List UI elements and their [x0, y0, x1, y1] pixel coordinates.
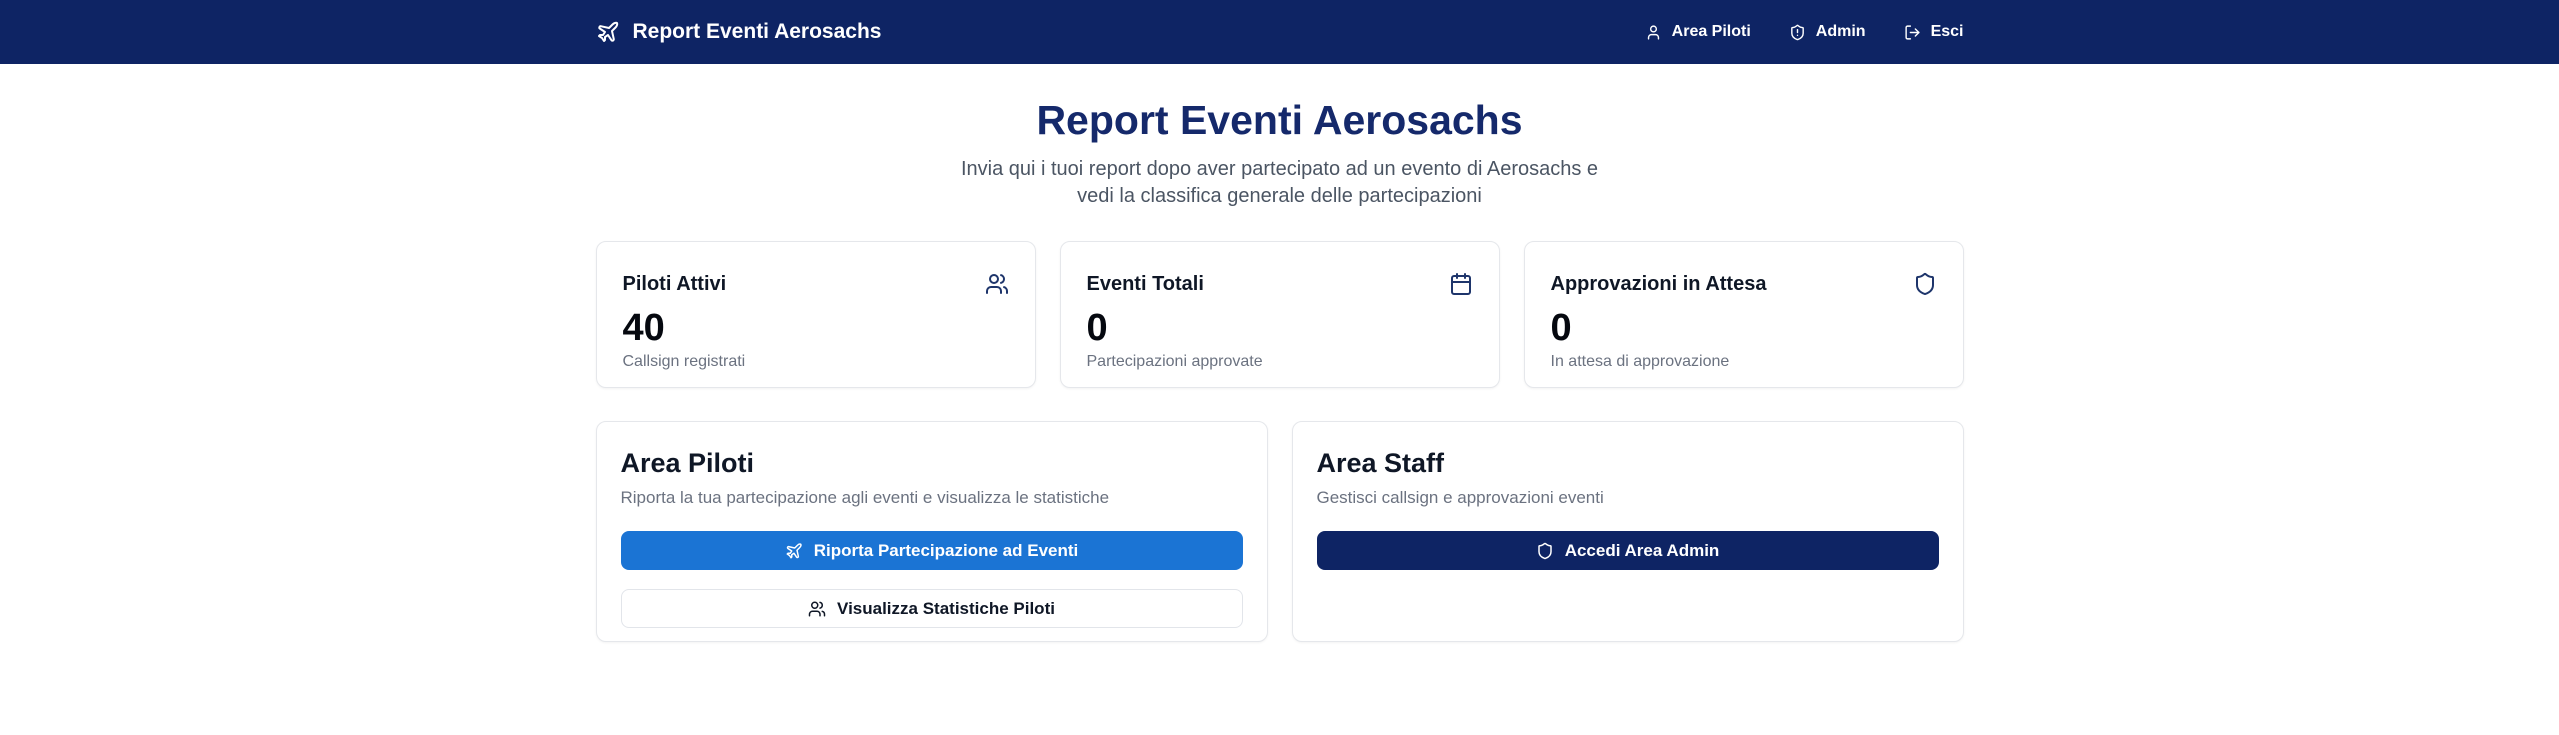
panel-area-piloti: Area Piloti Riporta la tua partecipazion… [596, 421, 1268, 642]
plane-icon [596, 20, 620, 44]
brand[interactable]: Report Eventi Aerosachs [596, 20, 882, 44]
nav-item-admin[interactable]: Admin [1789, 23, 1866, 41]
nav-item-area-piloti[interactable]: Area Piloti [1645, 23, 1751, 41]
shield-alert-icon [1789, 24, 1806, 41]
stat-caption: Callsign registrati [623, 353, 1009, 371]
stat-card-eventi-totali: Eventi Totali 0 Partecipazioni approvate [1060, 241, 1500, 388]
nav-menu: Area Piloti Admin Esci [1645, 23, 1964, 41]
panel-subtitle: Gestisci callsign e approvazioni eventi [1317, 487, 1939, 509]
calendar-icon [1449, 272, 1473, 296]
stat-card-approvazioni-in-attesa: Approvazioni in Attesa 0 In attesa di ap… [1524, 241, 1964, 388]
stat-value: 0 [1551, 308, 1937, 348]
button-label: Accedi Area Admin [1565, 541, 1720, 561]
stat-title: Piloti Attivi [623, 273, 727, 296]
panel-area-staff: Area Staff Gestisci callsign e approvazi… [1292, 421, 1964, 642]
panel-title: Area Piloti [621, 447, 1243, 480]
page-title: Report Eventi Aerosachs [0, 97, 2559, 143]
page-subtitle: Invia qui i tuoi report dopo aver partec… [0, 156, 2559, 210]
shield-icon [1913, 272, 1937, 296]
stat-title: Eventi Totali [1087, 273, 1204, 296]
log-out-icon [1904, 24, 1921, 41]
hero-section: Report Eventi Aerosachs Invia qui i tuoi… [0, 97, 2559, 210]
accedi-area-admin-button[interactable]: Accedi Area Admin [1317, 531, 1939, 570]
nav-item-esci[interactable]: Esci [1904, 23, 1964, 41]
shield-icon [1536, 542, 1554, 560]
brand-title: Report Eventi Aerosachs [633, 20, 882, 44]
stat-caption: Partecipazioni approvate [1087, 353, 1473, 371]
plane-icon [785, 542, 803, 560]
panels-row: Area Piloti Riporta la tua partecipazion… [596, 421, 1964, 642]
visualizza-statistiche-button[interactable]: Visualizza Statistiche Piloti [621, 589, 1243, 628]
stat-caption: In attesa di approvazione [1551, 353, 1937, 371]
stat-card-piloti-attivi: Piloti Attivi 40 Callsign registrati [596, 241, 1036, 388]
users-icon [985, 272, 1009, 296]
stat-title: Approvazioni in Attesa [1551, 273, 1767, 296]
stat-value: 0 [1087, 308, 1473, 348]
page-subtitle-line1: Invia qui i tuoi report dopo aver partec… [961, 158, 1598, 180]
nav-item-label: Esci [1931, 23, 1964, 41]
top-navbar: Report Eventi Aerosachs Area Piloti Admi… [0, 0, 2559, 64]
stat-value: 40 [623, 308, 1009, 348]
main-content: Report Eventi Aerosachs Invia qui i tuoi… [0, 97, 2559, 642]
user-icon [1645, 24, 1662, 41]
page-subtitle-line2: vedi la classifica generale delle partec… [1077, 185, 1482, 207]
nav-item-label: Admin [1816, 23, 1866, 41]
riporta-partecipazione-button[interactable]: Riporta Partecipazione ad Eventi [621, 531, 1243, 570]
panel-title: Area Staff [1317, 447, 1939, 480]
panel-subtitle: Riporta la tua partecipazione agli event… [621, 487, 1243, 509]
stats-row: Piloti Attivi 40 Callsign registrati Eve… [596, 241, 1964, 388]
button-label: Visualizza Statistiche Piloti [837, 599, 1055, 619]
nav-item-label: Area Piloti [1672, 23, 1751, 41]
button-label: Riporta Partecipazione ad Eventi [814, 541, 1079, 561]
users-icon [808, 600, 826, 618]
